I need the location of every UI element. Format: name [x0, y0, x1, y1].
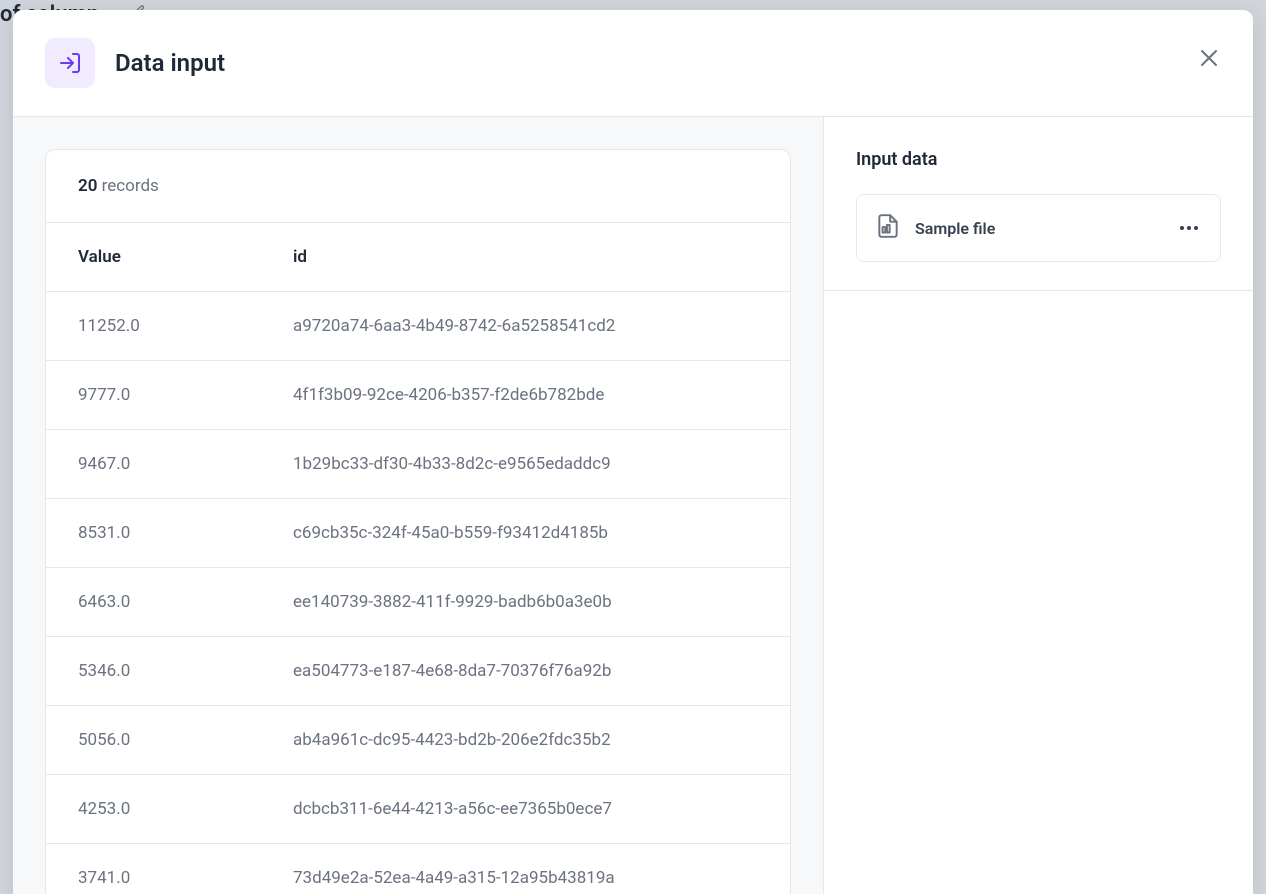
input-data-title: Input data: [856, 149, 1221, 170]
table-row[interactable]: 9467.01b29bc33-df30-4b33-8d2c-e9565edadd…: [46, 430, 790, 499]
cell-value: 9777.0: [46, 361, 261, 430]
cell-value: 11252.0: [46, 292, 261, 361]
cell-id: ee140739-3882-411f-9929-badb6b0a3e0b: [261, 568, 790, 637]
cell-value: 8531.0: [46, 499, 261, 568]
more-icon: [1180, 226, 1184, 230]
table-row[interactable]: 5346.0ea504773-e187-4e68-8da7-70376f76a9…: [46, 637, 790, 706]
records-pane[interactable]: 20 records Value id 11252.0a9720a74-6aa3…: [13, 117, 823, 894]
table-row[interactable]: 5056.0ab4a961c-dc95-4423-bd2b-206e2fdc35…: [46, 706, 790, 775]
file-options-button[interactable]: [1176, 222, 1202, 234]
records-table: Value id 11252.0a9720a74-6aa3-4b49-8742-…: [46, 222, 790, 894]
modal-header: Data input: [13, 10, 1253, 117]
modal-body: 20 records Value id 11252.0a9720a74-6aa3…: [13, 117, 1253, 894]
modal-title: Data input: [115, 49, 225, 77]
cell-id: 1b29bc33-df30-4b33-8d2c-e9565edaddc9: [261, 430, 790, 499]
file-icon: [875, 213, 901, 243]
cell-id: ab4a961c-dc95-4423-bd2b-206e2fdc35b2: [261, 706, 790, 775]
close-button[interactable]: [1197, 46, 1221, 70]
cell-value: 6463.0: [46, 568, 261, 637]
cell-value: 4253.0: [46, 775, 261, 844]
table-row[interactable]: 9777.04f1f3b09-92ce-4206-b357-f2de6b782b…: [46, 361, 790, 430]
cell-id: ea504773-e187-4e68-8da7-70376f76a92b: [261, 637, 790, 706]
records-table-card: 20 records Value id 11252.0a9720a74-6aa3…: [45, 149, 791, 894]
records-summary: 20 records: [46, 150, 790, 222]
cell-id: 73d49e2a-52ea-4a49-a315-12a95b43819a: [261, 844, 790, 894]
cell-value: 3741.0: [46, 844, 261, 894]
table-row[interactable]: 4253.0dcbcb311-6e44-4213-a56c-ee7365b0ec…: [46, 775, 790, 844]
data-input-modal: Data input 20 records Value id: [13, 10, 1253, 894]
sidebar-divider: [824, 290, 1253, 291]
cell-id: c69cb35c-324f-45a0-b559-f93412d4185b: [261, 499, 790, 568]
cell-value: 5346.0: [46, 637, 261, 706]
input-data-pane: Input data Sample file: [823, 117, 1253, 894]
cell-id: dcbcb311-6e44-4213-a56c-ee7365b0ece7: [261, 775, 790, 844]
table-row[interactable]: 3741.073d49e2a-52ea-4a49-a315-12a95b4381…: [46, 844, 790, 894]
data-input-icon: [45, 38, 95, 88]
column-header-value[interactable]: Value: [46, 223, 261, 292]
sample-file-card[interactable]: Sample file: [856, 194, 1221, 262]
sample-file-label: Sample file: [915, 219, 995, 238]
cell-id: a9720a74-6aa3-4b49-8742-6a5258541cd2: [261, 292, 790, 361]
table-row[interactable]: 8531.0c69cb35c-324f-45a0-b559-f93412d418…: [46, 499, 790, 568]
table-row[interactable]: 11252.0a9720a74-6aa3-4b49-8742-6a5258541…: [46, 292, 790, 361]
records-label: records: [102, 176, 159, 196]
table-row[interactable]: 6463.0ee140739-3882-411f-9929-badb6b0a3e…: [46, 568, 790, 637]
cell-value: 5056.0: [46, 706, 261, 775]
records-count: 20: [78, 176, 97, 196]
cell-id: 4f1f3b09-92ce-4206-b357-f2de6b782bde: [261, 361, 790, 430]
column-header-id[interactable]: id: [261, 223, 790, 292]
cell-value: 9467.0: [46, 430, 261, 499]
